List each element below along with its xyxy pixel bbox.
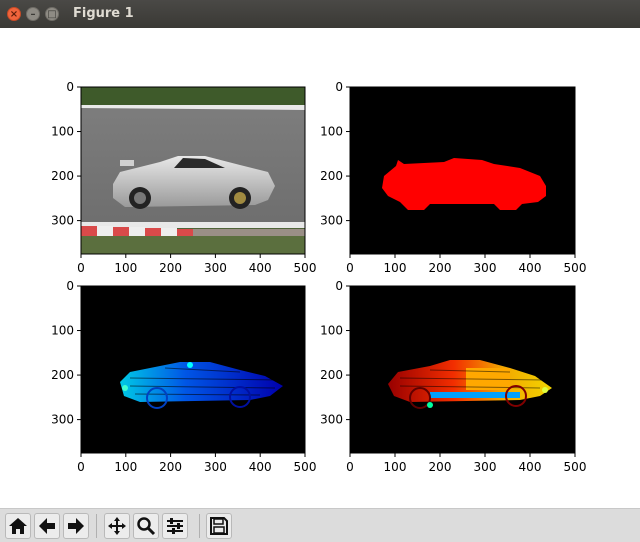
- toolbar-separator: [199, 514, 200, 538]
- x-tick-label: 100: [384, 261, 407, 275]
- x-tick-label: 500: [294, 261, 317, 275]
- left-arrow-icon: [39, 518, 55, 534]
- x-tick-label: 100: [114, 460, 137, 474]
- x-tick-label: 400: [519, 261, 542, 275]
- y-tick-label: 300: [51, 413, 74, 427]
- y-tick-label: 0: [66, 80, 74, 94]
- y-tick-label: 300: [51, 214, 74, 228]
- x-tick-label: 200: [429, 460, 452, 474]
- minimize-window-button[interactable]: –: [26, 7, 40, 21]
- x-tick-label: 400: [249, 261, 272, 275]
- maximize-window-button[interactable]: □: [45, 7, 59, 21]
- y-tick-label: 0: [335, 279, 343, 293]
- navigation-toolbar: [0, 508, 640, 542]
- window-titlebar: × – □ Figure 1: [0, 0, 640, 28]
- y-tick-label: 200: [51, 169, 74, 183]
- configure-subplots-button[interactable]: [162, 513, 188, 539]
- save-button[interactable]: [206, 513, 232, 539]
- move-icon: [108, 517, 126, 535]
- y-tick-label: 300: [320, 214, 343, 228]
- x-tick-label: 500: [564, 261, 587, 275]
- subplot-original-image: [81, 87, 305, 254]
- figure-canvas[interactable]: 0 100 200 300 400 500 0 100 200 300 0 100 200 300 400 5…: [0, 28, 640, 508]
- y-tick-label: 100: [320, 125, 343, 139]
- window-title: Figure 1: [73, 6, 134, 21]
- y-tick-label: 200: [320, 169, 343, 183]
- x-tick-label: 0: [346, 460, 354, 474]
- subplot-red-mask: [350, 87, 575, 254]
- home-icon: [9, 518, 27, 534]
- y-tick-label: 200: [320, 368, 343, 382]
- y-tick-label: 100: [320, 324, 343, 338]
- x-tick-label: 400: [249, 460, 272, 474]
- floppy-disk-icon: [210, 517, 228, 535]
- y-tick-label: 200: [51, 368, 74, 382]
- x-tick-label: 300: [474, 460, 497, 474]
- pan-button[interactable]: [104, 513, 130, 539]
- x-tick-label: 0: [346, 261, 354, 275]
- y-tick-label: 0: [335, 80, 343, 94]
- x-tick-label: 500: [294, 460, 317, 474]
- x-tick-label: 200: [159, 460, 182, 474]
- home-button[interactable]: [5, 513, 31, 539]
- y-tick-label: 100: [51, 324, 74, 338]
- x-tick-label: 200: [429, 261, 452, 275]
- toolbar-separator: [96, 514, 97, 538]
- y-tick-label: 100: [51, 125, 74, 139]
- y-tick-label: 0: [66, 279, 74, 293]
- back-button[interactable]: [34, 513, 60, 539]
- x-tick-label: 0: [77, 460, 85, 474]
- subplot-red-yellow-edges: [350, 286, 575, 453]
- x-tick-label: 300: [204, 460, 227, 474]
- magnifier-icon: [137, 517, 156, 536]
- x-tick-label: 500: [564, 460, 587, 474]
- x-tick-label: 400: [519, 460, 542, 474]
- forward-button[interactable]: [63, 513, 89, 539]
- close-window-button[interactable]: ×: [7, 7, 21, 21]
- x-tick-label: 200: [159, 261, 182, 275]
- sliders-icon: [167, 518, 183, 534]
- x-tick-label: 300: [204, 261, 227, 275]
- x-tick-label: 0: [77, 261, 85, 275]
- x-tick-label: 100: [384, 460, 407, 474]
- right-arrow-icon: [68, 518, 84, 534]
- y-tick-label: 300: [320, 413, 343, 427]
- subplot-blue-cyan-edges: [81, 286, 305, 453]
- x-tick-label: 100: [114, 261, 137, 275]
- x-tick-label: 300: [474, 261, 497, 275]
- zoom-button[interactable]: [133, 513, 159, 539]
